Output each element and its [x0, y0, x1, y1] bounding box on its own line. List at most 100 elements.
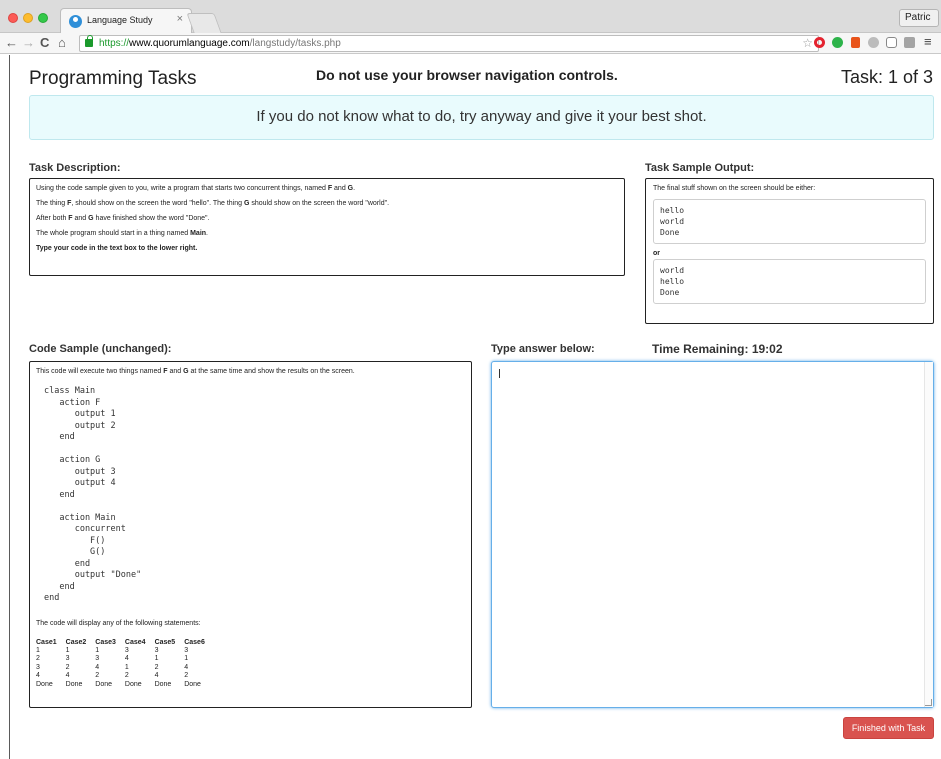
office-extension-icon[interactable] — [851, 37, 860, 48]
new-tab-button[interactable] — [186, 13, 222, 33]
reload-icon[interactable]: C — [40, 35, 49, 51]
cases-cell: 1 — [184, 655, 189, 662]
window-minimize-icon[interactable] — [23, 13, 33, 23]
cases-cell: 4 — [154, 672, 159, 679]
finished-with-task-button[interactable]: Finished with Task — [843, 717, 934, 739]
cases-header-cell: Case3 — [95, 638, 116, 646]
cases-cell: 2 — [154, 663, 159, 671]
cases-header-cell: Case6 — [184, 638, 205, 646]
back-arrow-icon[interactable]: ← — [5, 35, 18, 51]
task-description-box: Using the code sample given to you, writ… — [29, 178, 625, 276]
answer-textarea[interactable] — [491, 361, 934, 708]
cases-cell: 1 — [36, 646, 40, 654]
cases-row: Done Done Done Done Done Done — [36, 681, 214, 690]
cases-cell: 4 — [65, 672, 70, 679]
bookmark-star-icon[interactable]: ☆ — [802, 36, 813, 50]
sample-output-box: The final stuff shown on the screen shou… — [645, 178, 934, 324]
task-description-paragraph: The thing F, should show on the screen t… — [36, 200, 390, 207]
cases-cell: 2 — [65, 663, 70, 671]
site-favicon-icon — [69, 15, 82, 28]
answer-label: Type answer below: — [491, 343, 595, 355]
tab-close-icon[interactable]: × — [177, 13, 183, 25]
cases-cell: Done — [154, 680, 172, 688]
code-sample-label: Code Sample (unchanged): — [29, 343, 172, 355]
cases-row: 3 2 4 1 2 4 — [36, 664, 214, 673]
url-scheme: https:// — [99, 38, 130, 49]
cases-header-cell: Case4 — [124, 638, 146, 646]
code-sample-code: class Main action F output 1 output 2 en… — [44, 386, 142, 603]
cases-cell: 1 — [124, 663, 129, 671]
cases-cell: 2 — [184, 672, 189, 679]
browser-tab[interactable]: Language Study × — [60, 8, 192, 34]
sample-output-label: Task Sample Output: — [645, 162, 755, 174]
cases-cell: Done — [184, 680, 201, 688]
url-host: www.quorumlanguage.com — [129, 38, 250, 49]
code-sample-intro: This code will execute two things named … — [36, 368, 355, 375]
cases-header-row: Case1 Case2 Case3 Case4 Case5 Case6 — [36, 638, 214, 647]
navigation-warning: Do not use your browser navigation contr… — [316, 67, 618, 83]
cases-header-cell: Case2 — [65, 638, 87, 646]
time-remaining: Time Remaining: 19:02 — [652, 342, 783, 356]
task-description-label: Task Description: — [29, 162, 121, 174]
cases-cell: 4 — [184, 663, 189, 671]
cases-cell: Done — [95, 680, 113, 688]
time-remaining-label: Time Remaining: — [652, 342, 749, 356]
cases-cell: 3 — [36, 663, 40, 671]
cases-cell: 1 — [95, 646, 100, 654]
cases-cell: 3 — [124, 646, 129, 654]
task-counter: Task: 1 of 3 — [840, 67, 933, 87]
answer-scrollbar[interactable] — [924, 362, 933, 707]
cases-row: 1 1 1 3 3 3 — [36, 647, 214, 656]
cases-header-cell: Case5 — [154, 638, 176, 646]
cases-cell: Done — [65, 680, 83, 688]
task-description-paragraph: Using the code sample given to you, writ… — [36, 185, 356, 192]
forward-arrow-icon[interactable]: → — [22, 35, 35, 51]
ghostery-extension-icon[interactable] — [868, 37, 879, 48]
cases-cell: 1 — [154, 655, 159, 662]
cases-cell: 4 — [124, 655, 129, 662]
task-description-paragraph: After both F and G have finished show th… — [36, 215, 210, 222]
opera-extension-icon[interactable] — [814, 37, 825, 48]
cases-row: 4 4 2 2 4 2 — [36, 672, 214, 681]
window-zoom-icon[interactable] — [38, 13, 48, 23]
cases-cell: 3 — [154, 646, 159, 654]
cases-cell: 4 — [36, 672, 40, 679]
code-sample-outro: The code will display any of the followi… — [36, 619, 201, 627]
resize-grip-icon[interactable] — [925, 699, 932, 706]
time-remaining-value: 19:02 — [751, 342, 783, 356]
url-text: https://www.quorumlanguage.com/langstudy… — [99, 38, 341, 49]
home-icon[interactable]: ⌂ — [58, 35, 66, 51]
cases-cell: Done — [124, 680, 142, 688]
task-description-paragraph: Type your code in the text box to the lo… — [36, 245, 198, 252]
task-description-paragraph: The whole program should start in a thin… — [36, 230, 208, 237]
code-sample-box: This code will execute two things named … — [29, 361, 472, 708]
sample-output-option-2: world hello Done — [653, 259, 926, 304]
evernote-extension-icon[interactable] — [832, 37, 843, 48]
address-bar[interactable]: https://www.quorumlanguage.com/langstudy… — [79, 35, 819, 52]
tab-title: Language Study — [87, 15, 153, 25]
browser-menu-icon[interactable]: ≡ — [924, 34, 932, 49]
cases-cell: 3 — [65, 655, 70, 662]
browser-toolbar: ← → C ⌂ https://www.quorumlanguage.com/l… — [0, 33, 941, 54]
browser-tab-bar: Language Study × Patric — [0, 0, 941, 34]
url-path: /langstudy/tasks.php — [249, 38, 341, 49]
cases-cell: 2 — [95, 672, 100, 679]
window-close-icon[interactable] — [8, 13, 18, 23]
cases-cell: 3 — [184, 646, 189, 654]
cases-cell: 4 — [95, 663, 100, 671]
profile-button[interactable]: Patric — [899, 9, 939, 27]
or-label: or — [653, 250, 660, 257]
cases-header-cell: Case1 — [36, 638, 57, 646]
text-caret — [499, 369, 500, 378]
hint-banner: If you do not know what to do, try anywa… — [29, 95, 934, 140]
cases-table: Case1 Case2 Case3 Case4 Case5 Case6 1113… — [36, 638, 214, 690]
page-title: Programming Tasks — [29, 68, 197, 89]
cases-cell: 3 — [95, 655, 100, 662]
cases-cell: 2 — [124, 672, 129, 679]
shield-extension-icon[interactable] — [886, 37, 897, 48]
cases-cell: 1 — [65, 646, 70, 654]
sample-output-option-1: hello world Done — [653, 199, 926, 244]
drive-extension-icon[interactable] — [904, 37, 915, 48]
cases-row: 2 3 3 4 1 1 — [36, 655, 214, 664]
cases-cell: 2 — [36, 655, 40, 662]
